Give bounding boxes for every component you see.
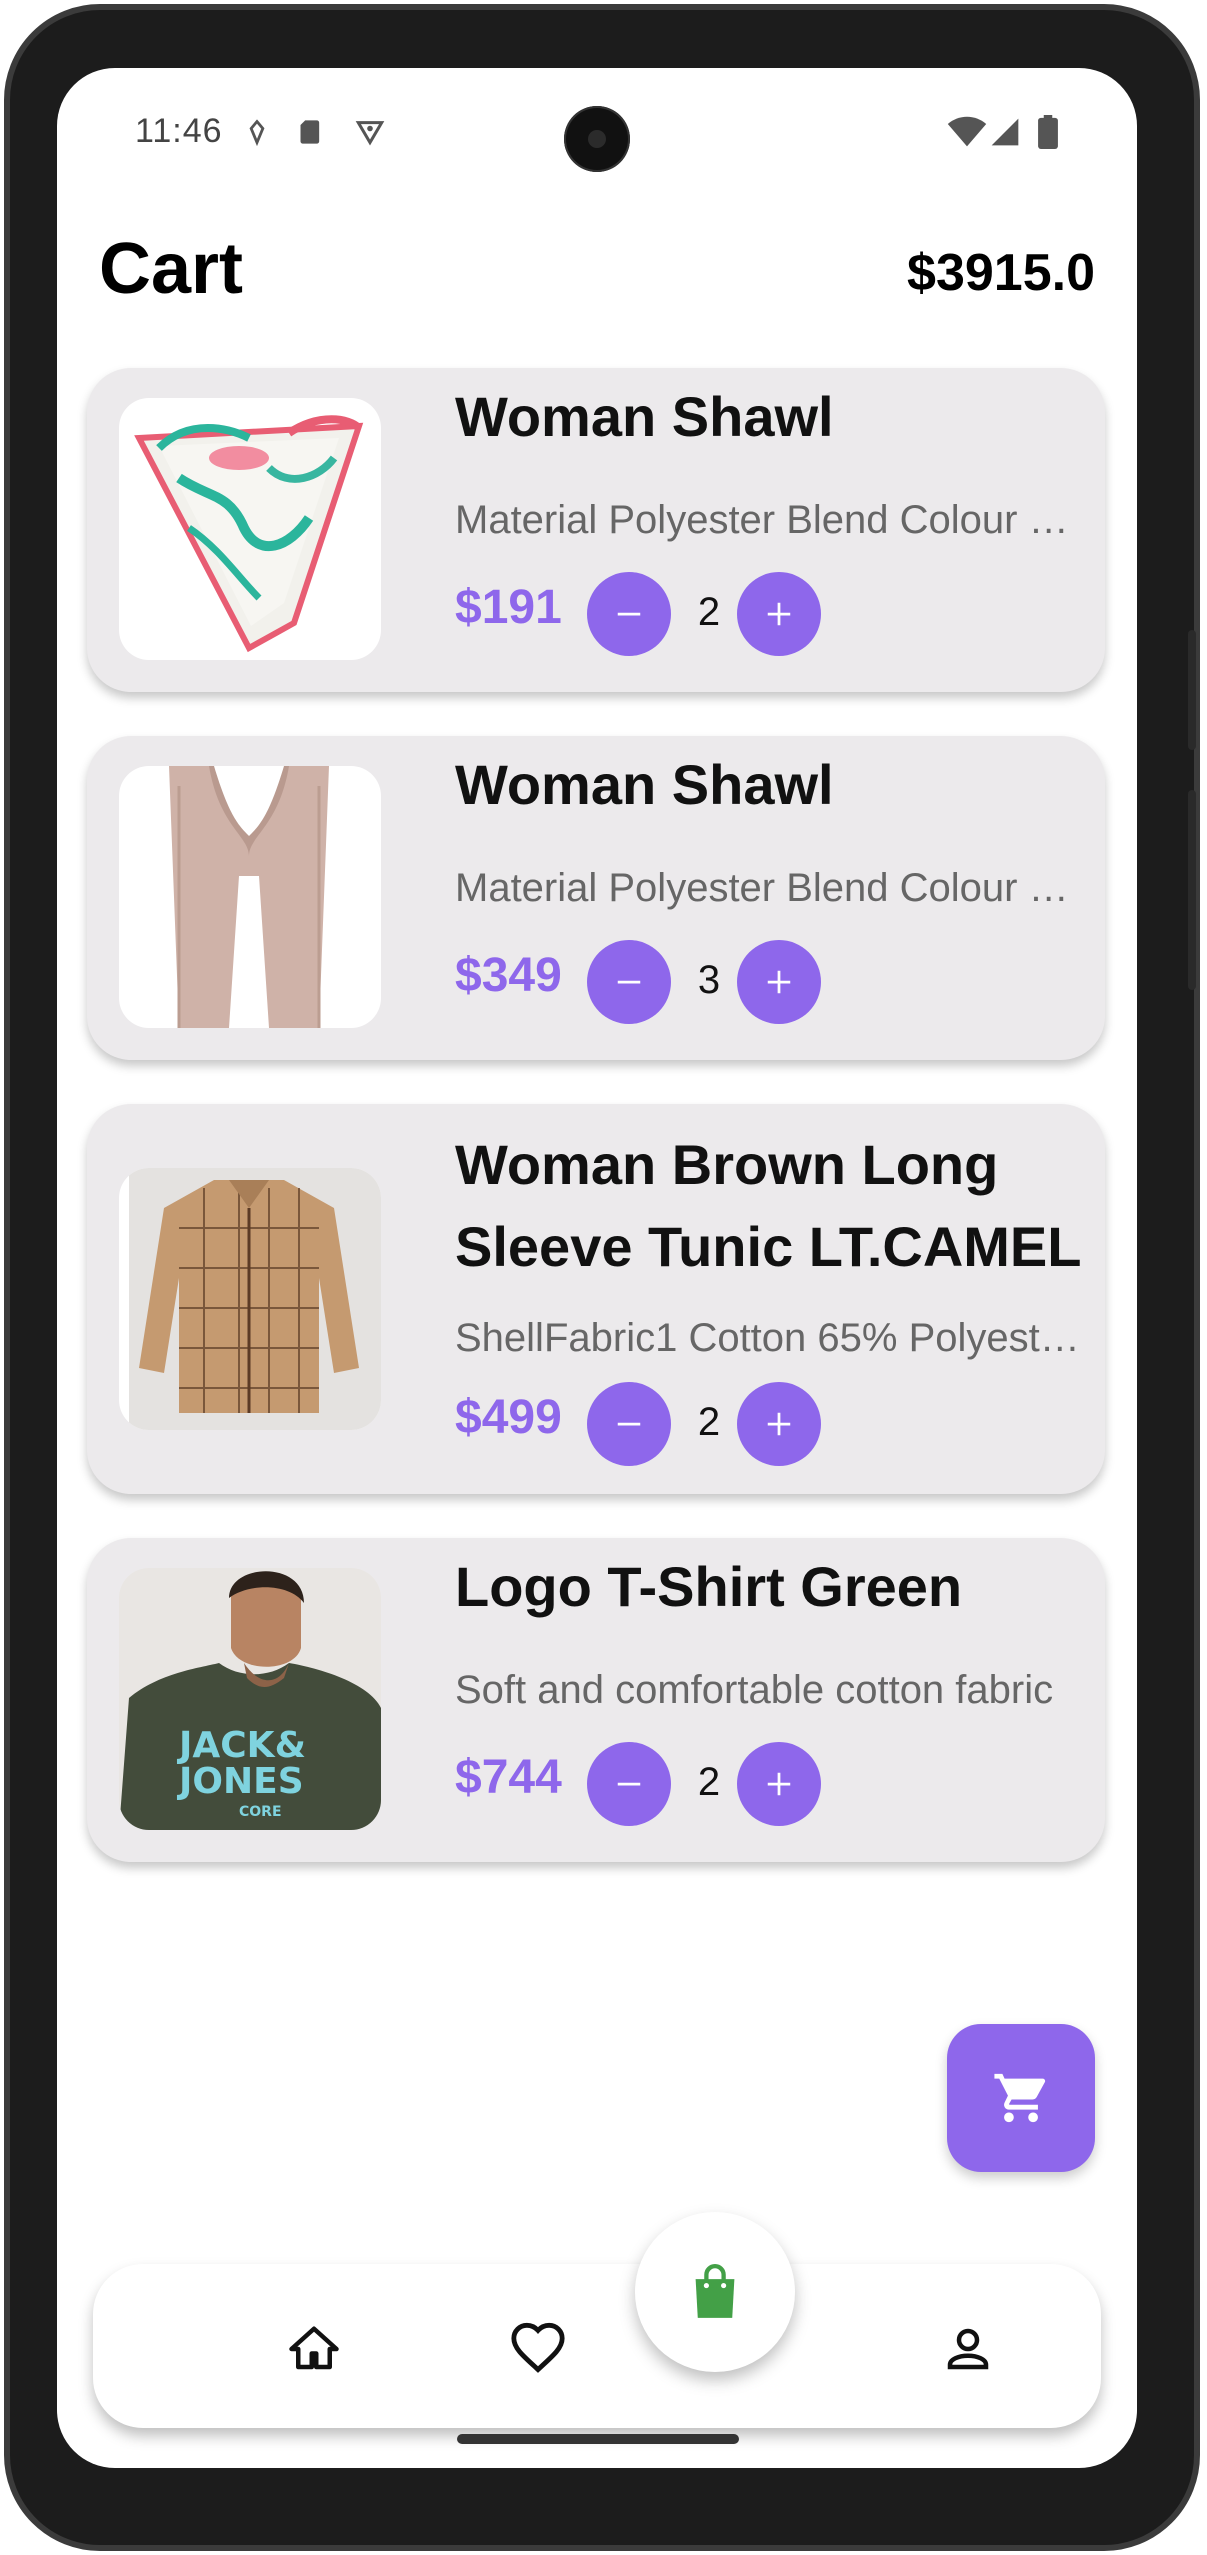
minus-icon [617,612,641,616]
decrease-quantity-button[interactable] [587,1382,671,1466]
decrease-quantity-button[interactable] [587,1742,671,1826]
nav-home[interactable] [279,2314,349,2384]
decrease-quantity-button[interactable] [587,572,671,656]
tshirt-print-sub: CORE [239,1804,282,1820]
product-name: Woman Shawl [455,385,834,448]
quantity-value: 2 [697,590,721,634]
quantity-value: 3 [697,958,721,1002]
home-icon [289,2326,339,2370]
location-icon [249,119,265,146]
cart-item-card[interactable]: JACK& JONES CORE Logo T-Shirt Green Soft… [87,1538,1105,1862]
shield-icon [355,121,385,146]
product-price: $499 [455,1391,562,1444]
page-title: Cart [99,229,244,309]
quantity-value: 2 [697,1760,721,1804]
gesture-bar [457,2434,739,2444]
product-description: Material Polyester Blend Colour Beige [455,866,1095,910]
bottom-nav [93,2264,1101,2428]
product-price: $744 [455,1751,562,1804]
increase-quantity-button[interactable] [737,572,821,656]
front-camera [564,106,630,172]
nav-favorites[interactable] [503,2314,573,2384]
cart-item-card[interactable]: Woman Shawl Material Polyester Blend Col… [87,368,1105,692]
wifi-icon [947,116,987,147]
product-image: JACK& JONES CORE [119,1568,381,1830]
device: 11:46 Cart $3915.0 Woman Shawl Material … [0,0,1207,2555]
minus-icon [617,1422,641,1426]
decrease-quantity-button[interactable] [587,940,671,1024]
increase-quantity-button[interactable] [737,1382,821,1466]
volume-button [1188,630,1196,750]
status-bar: 11:46 [57,68,1137,198]
person-icon [947,2328,989,2370]
cart-icon [994,2073,1046,2123]
heart-icon [511,2322,565,2373]
product-image [119,766,381,1028]
tshirt-print: JACK& JONES [179,1725,306,1802]
product-price: $191 [455,581,562,634]
product-description: ShellFabric1 Cotton 65% Polyester 35% [455,1316,1095,1360]
checkout-cart-button[interactable] [947,2024,1095,2172]
shopping-bag-icon [695,2264,735,2318]
plus-icon [767,602,791,626]
minus-icon [617,1782,641,1786]
nav-profile[interactable] [933,2314,1003,2384]
cart-total: $3915.0 [907,244,1095,302]
nav-bag-button[interactable] [635,2212,795,2372]
product-price: $349 [455,949,562,1002]
battery-icon [1038,115,1058,149]
screen: 11:46 Cart $3915.0 Woman Shawl Material … [57,68,1137,2468]
product-description: Material Polyester Blend Colour Multicol… [455,498,1095,542]
product-image [119,1168,381,1430]
product-name: Woman Brown Long Sleeve Tunic LT.CAMEL [455,1133,1082,1278]
signal-icon [991,118,1019,146]
increase-quantity-button[interactable] [737,1742,821,1826]
quantity-value: 2 [697,1400,721,1444]
plus-icon [767,1772,791,1796]
product-image [119,398,381,660]
plus-icon [767,970,791,994]
increase-quantity-button[interactable] [737,940,821,1024]
sd-card-icon [300,120,320,144]
product-name: Woman Shawl [455,753,834,816]
status-time: 11:46 [135,112,223,150]
product-name: Logo T-Shirt Green [455,1555,963,1618]
product-description: Soft and comfortable cotton fabric [455,1668,1054,1712]
cart-item-card[interactable]: Woman Brown Long Sleeve Tunic LT.CAMEL S… [87,1104,1105,1494]
minus-icon [617,980,641,984]
cart-item-card[interactable]: Woman Shawl Material Polyester Blend Col… [87,736,1105,1060]
power-button [1188,790,1196,990]
plus-icon [767,1412,791,1436]
